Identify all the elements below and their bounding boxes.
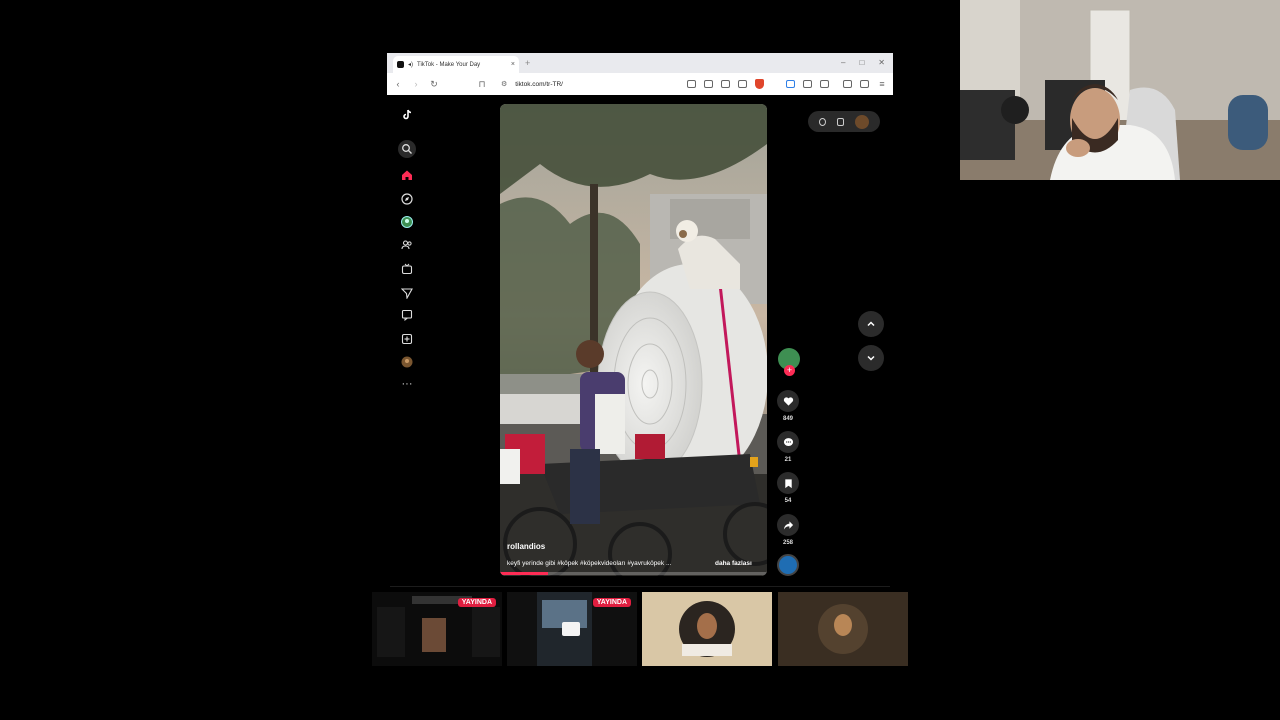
more-icon[interactable]: ··· xyxy=(400,377,414,391)
live-badge: YAYINDA xyxy=(457,598,496,607)
chevron-up-icon xyxy=(867,321,875,327)
share-count: 258 xyxy=(782,540,793,546)
following-icon[interactable] xyxy=(400,238,414,252)
thumbnail-image xyxy=(818,604,868,654)
share-icon[interactable] xyxy=(738,80,747,88)
sidebar: ··· xyxy=(387,95,427,585)
video-progress-fill xyxy=(500,572,549,575)
user-avatar[interactable] xyxy=(854,114,869,129)
address-bar[interactable]: ⚙ tiktok.com/tr-TR/ xyxy=(495,77,764,92)
tiktok-favicon-icon xyxy=(397,61,404,68)
live-avatar-icon[interactable] xyxy=(400,215,414,229)
webcam-image xyxy=(960,0,1280,180)
like-count: 849 xyxy=(782,416,793,422)
audio-icon[interactable] xyxy=(786,80,795,88)
translate-icon[interactable] xyxy=(721,80,730,88)
comment-action: 21 xyxy=(776,431,800,463)
video-frame xyxy=(500,104,767,576)
share-button[interactable] xyxy=(777,514,799,536)
next-video-button[interactable] xyxy=(858,345,884,371)
close-tab-icon[interactable]: × xyxy=(511,61,515,68)
author-name[interactable]: rollandios xyxy=(507,542,545,551)
explore-icon[interactable] xyxy=(400,192,414,206)
save-action: 54 xyxy=(776,472,800,504)
device-icon[interactable] xyxy=(836,117,844,126)
live-badge: YAYINDA xyxy=(592,598,631,607)
tiktok-page: ··· rollandios keyfi yerinde gibi #köpek… xyxy=(387,95,893,585)
extensions-icon[interactable] xyxy=(803,80,812,88)
sidebar-icon[interactable] xyxy=(820,80,829,88)
save-button[interactable] xyxy=(777,472,799,494)
save-count: 54 xyxy=(784,498,792,504)
follow-plus-icon[interactable]: + xyxy=(784,365,795,376)
live-tv-icon[interactable] xyxy=(400,262,414,276)
comment-icon xyxy=(783,437,793,446)
thumbnail-3[interactable] xyxy=(642,592,772,666)
browser-tab[interactable]: ◂) TikTok - Make Your Day × xyxy=(393,56,519,73)
share-action: 258 xyxy=(776,514,800,546)
previous-video-button[interactable] xyxy=(858,311,884,337)
messages-icon[interactable] xyxy=(400,286,414,300)
like-button[interactable] xyxy=(777,390,799,412)
minimize-button[interactable]: – xyxy=(841,58,845,67)
coin-icon[interactable] xyxy=(819,117,827,126)
video-player[interactable]: rollandios keyfi yerinde gibi #köpek #kö… xyxy=(500,104,767,576)
video-progress-bar[interactable] xyxy=(500,572,767,575)
new-tab-button[interactable]: + xyxy=(525,58,530,68)
close-window-button[interactable]: ✕ xyxy=(878,58,885,67)
bookmark-icon xyxy=(784,478,792,488)
music-icon[interactable] xyxy=(860,80,869,88)
top-right-controls xyxy=(808,111,880,132)
toolbar: ‹ › ↻ ⊓ ⚙ tiktok.com/tr-TR/ ≡ xyxy=(387,73,893,95)
divider xyxy=(390,586,890,587)
search-icon[interactable] xyxy=(398,140,416,158)
profile-icon[interactable] xyxy=(400,355,414,369)
url-text: tiktok.com/tr-TR/ xyxy=(515,80,563,88)
upload-icon[interactable] xyxy=(400,332,414,346)
site-info-icon[interactable]: ⚙ xyxy=(501,80,507,88)
video-caption: keyfi yerinde gibi #köpek #köpekvideolar… xyxy=(507,560,672,567)
music-disc-icon[interactable] xyxy=(777,554,799,576)
forward-icon[interactable]: › xyxy=(411,79,421,89)
menu-icon[interactable]: ≡ xyxy=(877,79,887,89)
home-icon[interactable] xyxy=(400,168,414,182)
see-more-link[interactable]: daha fazlası xyxy=(715,560,752,567)
brave-shield-icon[interactable] xyxy=(755,79,764,89)
window-controls: – □ ✕ xyxy=(841,58,885,67)
tab-bar: ◂) TikTok - Make Your Day × + – □ ✕ xyxy=(387,53,893,73)
speaker-icon[interactable]: ◂) xyxy=(408,61,413,68)
reload-icon[interactable]: ↻ xyxy=(429,79,439,90)
comment-button[interactable] xyxy=(777,431,799,453)
cast-icon[interactable] xyxy=(704,80,713,88)
comment-count: 21 xyxy=(784,457,792,463)
chevron-down-icon xyxy=(867,355,875,361)
maximize-button[interactable]: □ xyxy=(859,58,864,67)
thumbnail-4[interactable] xyxy=(778,592,908,666)
tab-title: TikTok - Make Your Day xyxy=(417,61,481,68)
inbox-icon[interactable] xyxy=(400,308,414,322)
bookmark-icon[interactable]: ⊓ xyxy=(477,79,487,90)
thumbnail-2[interactable]: YAYINDA xyxy=(507,592,637,666)
media-icon[interactable] xyxy=(687,80,696,88)
like-action: 849 xyxy=(776,390,800,422)
thumbnail-1[interactable]: YAYINDA xyxy=(372,592,502,666)
back-icon[interactable]: ‹ xyxy=(393,79,403,89)
share-arrow-icon xyxy=(783,520,793,530)
webcam-overlay xyxy=(960,0,1280,180)
tiktok-logo-icon[interactable] xyxy=(400,108,414,122)
heart-icon xyxy=(783,396,793,406)
thumbnail-image xyxy=(679,601,735,657)
download-icon[interactable] xyxy=(843,80,852,88)
browser-window: ◂) TikTok - Make Your Day × + – □ ✕ ‹ › … xyxy=(387,53,893,95)
